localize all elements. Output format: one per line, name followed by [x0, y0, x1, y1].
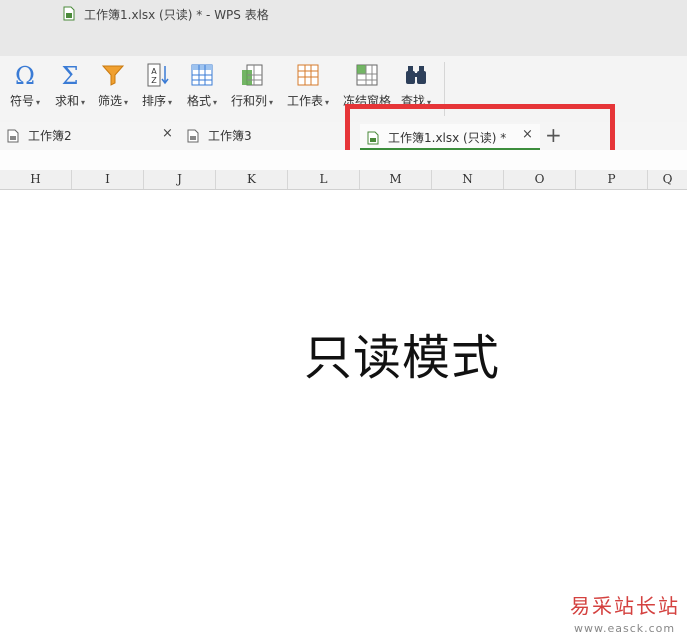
column-header[interactable]: Q	[648, 170, 687, 189]
window-title: 工作簿1.xlsx (只读) * - WPS 表格	[84, 8, 269, 22]
format-label: 格式	[187, 94, 212, 108]
spreadsheet-file-icon	[63, 6, 75, 21]
sum-button[interactable]: Σ 求和 ▾	[55, 60, 85, 116]
format-button[interactable]: 格式 ▾	[187, 60, 217, 116]
column-header[interactable]: O	[504, 170, 576, 189]
funnel-filter-icon	[101, 65, 125, 86]
column-header[interactable]: J	[144, 170, 216, 189]
chevron-down-icon: ▾	[124, 98, 129, 107]
filter-label: 筛选	[98, 94, 123, 108]
rows-columns-label: 行和列	[231, 94, 268, 108]
spreadsheet-file-icon	[187, 129, 199, 142]
column-header[interactable]: H	[0, 170, 72, 189]
chevron-down-icon: ▾	[325, 98, 330, 107]
format-table-icon	[191, 64, 213, 86]
worksheet-grid[interactable]	[0, 190, 687, 643]
rows-columns-button[interactable]: 行和列 ▾	[231, 60, 273, 116]
chevron-down-icon: ▾	[213, 98, 218, 107]
formula-bar[interactable]	[0, 150, 687, 171]
close-icon[interactable]: ×	[162, 126, 173, 141]
worksheet-button[interactable]: 工作表 ▾	[287, 60, 329, 116]
binoculars-icon	[406, 66, 427, 84]
chevron-down-icon: ▾	[81, 98, 86, 107]
worksheet-icon	[297, 64, 319, 86]
watermark-logo: 易采站长站	[570, 594, 680, 618]
column-header-row: H I J K L M N O P Q	[0, 170, 687, 190]
tab-label: 工作簿3	[208, 129, 252, 143]
tab-workbook2[interactable]: 工作簿2	[6, 122, 72, 149]
worksheet-label: 工作表	[287, 94, 324, 108]
filter-button[interactable]: 筛选 ▾	[98, 60, 128, 116]
tab-label: 工作簿2	[28, 129, 72, 143]
sigma-icon: Σ	[62, 62, 79, 88]
sort-label: 排序	[142, 94, 167, 108]
sum-label: 求和	[55, 94, 80, 108]
symbol-label: 符号	[10, 94, 35, 108]
chevron-down-icon: ▾	[269, 98, 274, 107]
title-bar: 工作簿1.xlsx (只读) * - WPS 表格	[0, 0, 687, 56]
svg-text:Ω: Ω	[15, 62, 35, 88]
sort-button[interactable]: AZ 排序 ▾	[142, 60, 172, 116]
freeze-panes-icon	[356, 64, 378, 86]
svg-text:Z: Z	[151, 76, 157, 85]
column-header[interactable]: P	[576, 170, 648, 189]
tab-workbook3[interactable]: 工作簿3	[186, 122, 252, 149]
column-header[interactable]: I	[72, 170, 144, 189]
spreadsheet-file-icon	[7, 129, 19, 142]
watermark-url: www.easck.com	[574, 622, 676, 635]
sort-az-icon: AZ	[147, 63, 169, 87]
column-header[interactable]: K	[216, 170, 288, 189]
column-header[interactable]: M	[360, 170, 432, 189]
readonly-mode-caption: 只读模式	[304, 330, 501, 386]
omega-icon: Ω	[15, 62, 35, 88]
column-header[interactable]: N	[432, 170, 504, 189]
chevron-down-icon: ▾	[36, 98, 41, 107]
column-header[interactable]: L	[288, 170, 360, 189]
svg-text:Σ: Σ	[62, 62, 79, 88]
rows-columns-icon	[242, 64, 263, 86]
svg-text:A: A	[151, 67, 157, 76]
symbol-button[interactable]: Ω 符号 ▾	[10, 60, 40, 116]
chevron-down-icon: ▾	[168, 98, 173, 107]
